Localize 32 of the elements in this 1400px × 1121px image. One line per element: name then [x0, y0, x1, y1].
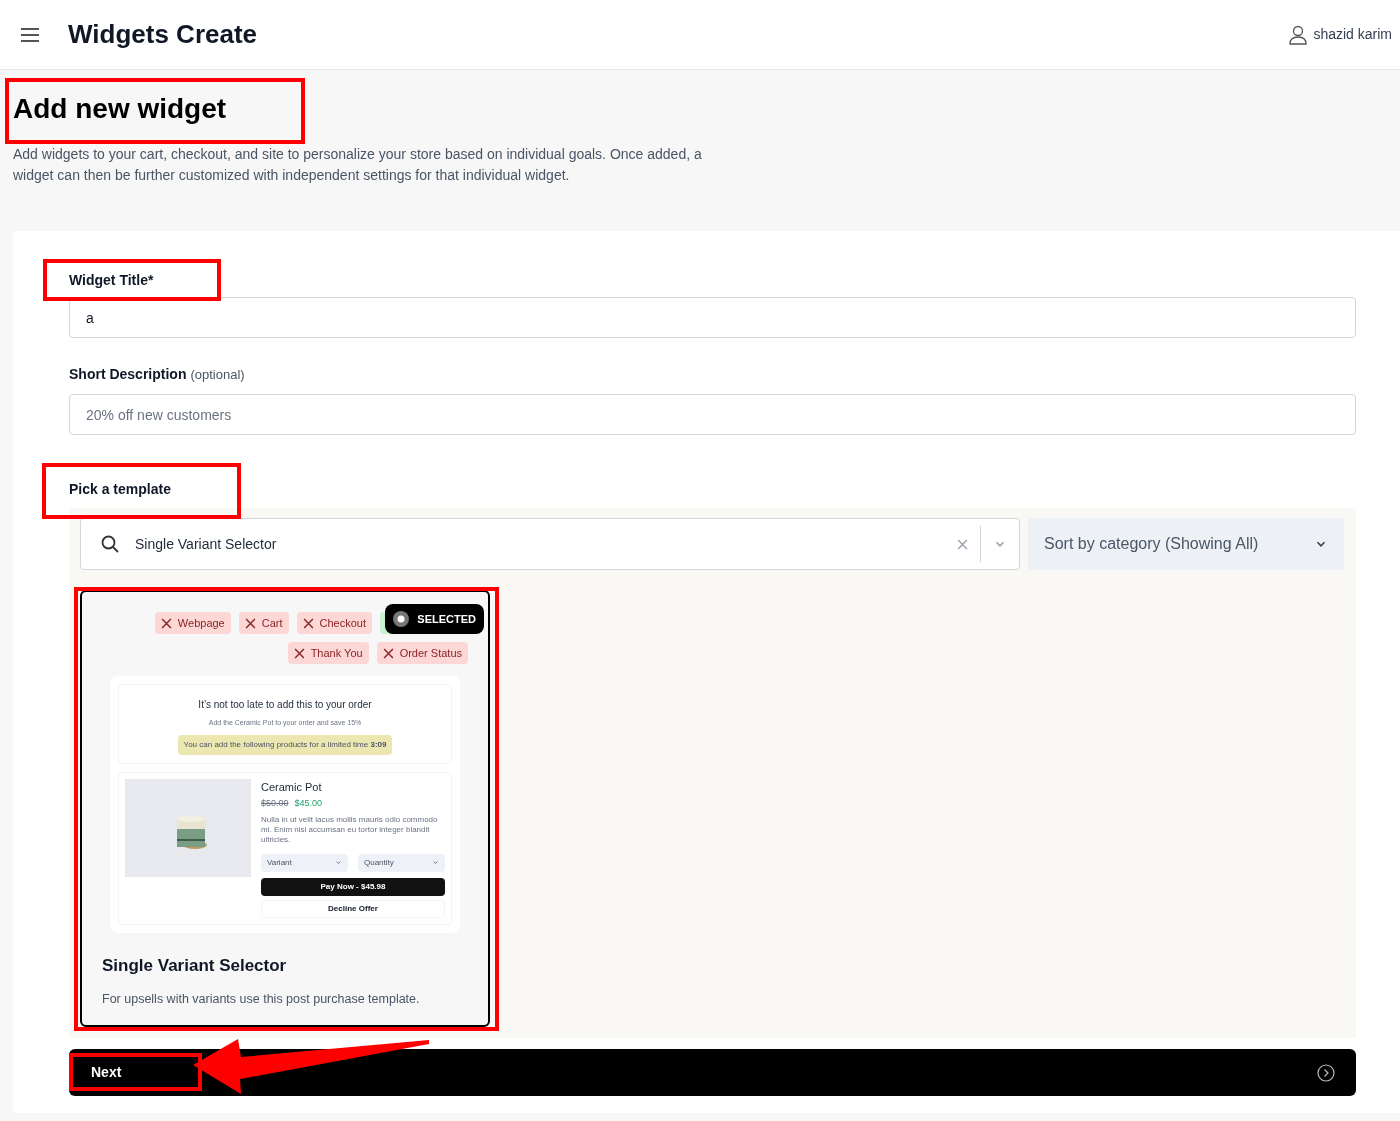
field-label: Short Description: [69, 365, 187, 384]
search-value: Single Variant Selector: [135, 534, 277, 554]
product-name: Ceramic Pot: [261, 779, 323, 795]
user-name[interactable]: shazid karim: [1313, 24, 1392, 45]
old-price: $50.00: [261, 797, 289, 810]
field-label: Pick a template: [69, 479, 171, 499]
decline-button: Decline Offer: [261, 899, 445, 918]
page-title: Widgets Create: [68, 18, 258, 51]
page-tag: Checkout: [296, 612, 372, 634]
optional-hint: (optional): [190, 366, 245, 384]
timer-banner: You can add the following products for a limited time 3:09: [177, 734, 393, 755]
template-description: For upsells with variants use this post purchase template.: [102, 991, 421, 1009]
field-label: Widget Title*: [69, 270, 154, 290]
preview-headline: It’s not too late to add this to your order: [198, 698, 372, 712]
sale-price: $45.00: [294, 797, 323, 810]
sort-dropdown[interactable]: Sort by category (Showing All): [1028, 518, 1344, 570]
preview-select: Quantity: [358, 853, 445, 872]
template-search[interactable]: Single Variant Selector: [80, 518, 1020, 570]
description-input[interactable]: 20% off new customers: [69, 394, 1356, 435]
section-heading: Add new widget: [13, 92, 227, 126]
page-tag: Thank You: [287, 642, 369, 664]
product-blurb: Nulla in ut velit lacus mollis mauris odio commodo mi. Enim nisl accumsan eu tortor integer blandit ultricies.: [261, 814, 439, 846]
page-tag: Order Status: [376, 642, 468, 664]
selected-badge: SELECTED: [385, 604, 484, 634]
title-input[interactable]: a: [69, 297, 1356, 338]
template-name: Single Variant Selector: [102, 954, 288, 977]
page-tag: Webpage: [154, 612, 231, 634]
page-tag: Cart: [238, 612, 289, 634]
intro-text: Add widgets to your cart, checkout, and site to personalize your store based on individual goals. Once added, a widget can then be further customized with independent settings for that individual widget.: [13, 145, 703, 185]
preview-select: Variant: [261, 853, 348, 872]
next-button[interactable]: Next: [69, 1049, 1356, 1096]
pay-button: Pay Now - $45.98: [261, 877, 445, 896]
